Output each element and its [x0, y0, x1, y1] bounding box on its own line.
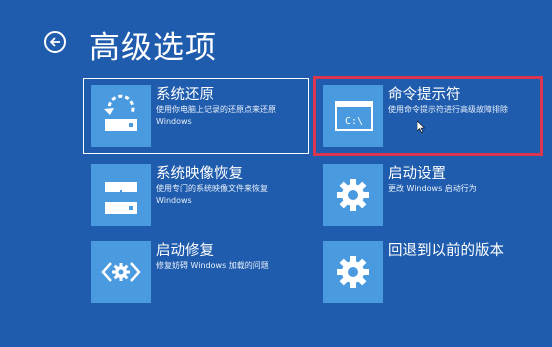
- system-restore-tile[interactable]: 系统还原 使用你电脑上记录的还原点来还原 Windows: [83, 78, 309, 154]
- command-prompt-tile[interactable]: C:\ 命令提示符 使用命令提示符进行高级故障排除: [316, 79, 540, 153]
- tile-description: 使用命令提示符进行高级故障排除: [388, 105, 508, 114]
- gear-icon: [323, 164, 383, 226]
- startup-repair-tile[interactable]: 启动修复 修复妨碍 Windows 加载的问题: [84, 235, 308, 309]
- svg-text:C:\: C:\: [345, 116, 363, 127]
- system-restore-icon: [91, 85, 151, 147]
- tile-title: 系统映像恢复: [156, 166, 243, 182]
- startup-settings-tile[interactable]: 启动设置 更改 Windows 启动行为: [316, 158, 540, 232]
- page-title: 高级选项: [89, 30, 217, 66]
- tile-title: 命令提示符: [388, 87, 461, 103]
- tile-description: 使用专门的系统映像文件来恢复 Windows: [156, 184, 268, 205]
- mouse-cursor-icon: [416, 118, 426, 137]
- tile-title: 启动设置: [388, 166, 446, 182]
- arrow-left-icon: [49, 37, 60, 47]
- tile-description: 更改 Windows 启动行为: [388, 184, 477, 193]
- back-button[interactable]: [44, 31, 66, 53]
- system-image-icon: [91, 164, 151, 226]
- startup-repair-icon: [91, 241, 151, 303]
- command-prompt-icon: C:\: [323, 85, 383, 147]
- tile-description: 修复妨碍 Windows 加载的问题: [156, 261, 269, 270]
- gear-icon: [323, 241, 383, 303]
- tile-description: 使用你电脑上记录的还原点来还原 Windows: [156, 105, 276, 126]
- tile-title: 启动修复: [156, 243, 214, 259]
- system-image-recovery-tile[interactable]: 系统映像恢复 使用专门的系统映像文件来恢复 Windows: [84, 158, 308, 232]
- go-back-previous-version-tile[interactable]: 回退到以前的版本: [316, 235, 540, 309]
- tile-title: 回退到以前的版本: [388, 243, 504, 259]
- tile-title: 系统还原: [156, 87, 214, 103]
